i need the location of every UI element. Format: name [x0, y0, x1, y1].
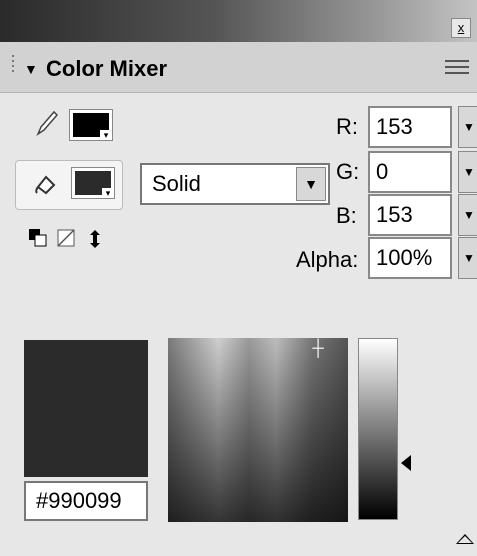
- r-dropdown-button[interactable]: ▼: [458, 106, 477, 148]
- color-preview-swatch: [24, 340, 148, 477]
- b-input[interactable]: 153: [368, 194, 452, 236]
- r-value: 153: [376, 114, 413, 139]
- alpha-value: 100%: [376, 245, 433, 270]
- hex-value: #990099: [36, 488, 122, 513]
- b-dropdown-button[interactable]: ▼: [458, 194, 477, 236]
- alpha-input[interactable]: 100%: [368, 237, 452, 279]
- r-label: R:: [336, 114, 358, 139]
- color-spectrum[interactable]: ┼: [168, 338, 348, 522]
- panel-header[interactable]: ▼ Color Mixer: [0, 42, 477, 93]
- paint-bucket-icon: [32, 171, 60, 204]
- pencil-icon: [34, 108, 60, 145]
- fill-type-value: Solid: [152, 171, 201, 196]
- swap-colors-icon[interactable]: [86, 228, 104, 256]
- g-input[interactable]: 0: [368, 151, 452, 193]
- panel-titlebar: x: [0, 0, 477, 42]
- crosshair-icon[interactable]: ┼: [311, 341, 325, 358]
- fill-color-swatch[interactable]: ▾: [71, 167, 115, 199]
- brightness-ramp[interactable]: [358, 338, 398, 520]
- g-value: 0: [376, 159, 389, 184]
- hex-input[interactable]: #990099: [24, 481, 148, 521]
- panel-title[interactable]: Color Mixer: [46, 56, 167, 82]
- fill-color-button[interactable]: ▾: [15, 160, 123, 210]
- collapse-arrow-icon[interactable]: ▼: [24, 61, 38, 77]
- g-label: G:: [336, 159, 360, 184]
- panel-menu-icon[interactable]: [445, 56, 469, 78]
- black-white-swatches-icon[interactable]: [28, 228, 48, 254]
- expand-collapse-icon[interactable]: [456, 534, 474, 544]
- g-dropdown-button[interactable]: ▼: [458, 151, 477, 193]
- fill-type-select[interactable]: Solid ▼: [140, 163, 330, 205]
- alpha-label: Alpha:: [296, 247, 359, 272]
- b-value: 153: [376, 202, 413, 227]
- no-color-icon[interactable]: [56, 228, 76, 254]
- drag-grip-icon[interactable]: [10, 52, 16, 72]
- chevron-down-icon: ▾: [102, 188, 114, 198]
- b-label: B:: [336, 203, 357, 228]
- alpha-dropdown-button[interactable]: ▼: [458, 237, 477, 279]
- chevron-down-icon: ▾: [100, 130, 112, 140]
- stroke-color-swatch[interactable]: ▾: [69, 109, 113, 141]
- close-icon[interactable]: x: [451, 18, 471, 38]
- r-input[interactable]: 153: [368, 106, 452, 148]
- ramp-slider-handle[interactable]: [401, 455, 411, 471]
- chevron-down-icon[interactable]: ▼: [296, 167, 326, 201]
